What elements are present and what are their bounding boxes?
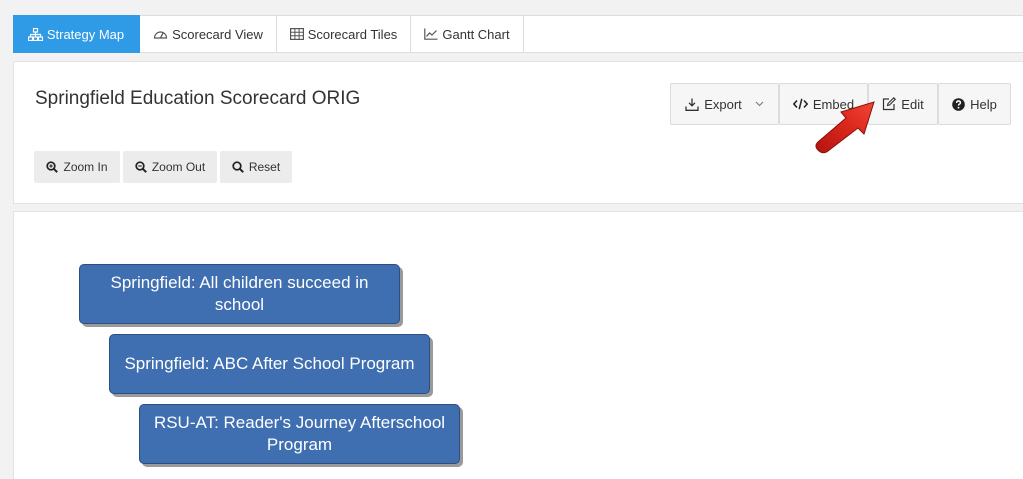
download-icon — [685, 98, 699, 111]
zoom-out-button[interactable]: Zoom Out — [123, 151, 217, 183]
search-icon — [232, 161, 244, 173]
tab-gantt-chart[interactable]: Gantt Chart — [411, 15, 524, 53]
help-button[interactable]: Help — [938, 83, 1011, 125]
map-node-label: Springfield: All children succeed in sch… — [110, 273, 369, 314]
strategy-map-canvas: Springfield: All children succeed in sch… — [13, 211, 1023, 479]
tab-label: Scorecard View — [172, 26, 263, 42]
edit-icon — [883, 97, 897, 111]
annotation-arrow-icon — [815, 101, 875, 154]
map-node[interactable]: RSU-AT: Reader's Journey Afterschool Pro… — [139, 404, 460, 464]
code-icon — [792, 98, 808, 110]
help-label: Help — [970, 96, 997, 112]
page-title: Springfield Education Scorecard ORIG — [35, 88, 361, 109]
export-dropdown-button[interactable]: Export — [670, 83, 779, 125]
map-node-label: RSU-AT: Reader's Journey Afterschool Pro… — [153, 413, 446, 454]
sitemap-icon — [27, 27, 43, 41]
tab-label: Scorecard Tiles — [307, 26, 398, 42]
tab-scorecard-view[interactable]: Scorecard View — [140, 15, 277, 53]
tab-scorecard-tiles[interactable]: Scorecard Tiles — [277, 15, 411, 53]
tab-strategy-map[interactable]: Strategy Map — [13, 15, 140, 53]
map-node[interactable]: Springfield: All children succeed in sch… — [79, 264, 400, 324]
zoom-in-label: Zoom In — [63, 160, 108, 174]
zoom-in-button[interactable]: Zoom In — [34, 151, 120, 183]
zoom-out-icon — [135, 161, 147, 173]
edit-label: Edit — [901, 96, 924, 112]
zoom-out-label: Zoom Out — [151, 160, 206, 174]
question-circle-icon — [952, 97, 965, 111]
reset-label: Reset — [248, 160, 281, 174]
map-node-label: Springfield: ABC After School Program — [124, 354, 415, 373]
reset-zoom-button[interactable]: Reset — [220, 151, 292, 183]
view-tab-bar: Strategy Map Scorecard View Scorecard Ti… — [13, 15, 1023, 53]
tab-label: Strategy Map — [46, 26, 125, 42]
table-icon — [289, 28, 304, 40]
tab-label: Gantt Chart — [442, 26, 510, 42]
export-label: Export — [704, 96, 742, 112]
map-node[interactable]: Springfield: ABC After School Program — [109, 334, 430, 394]
edit-button[interactable]: Edit — [868, 83, 938, 125]
dashboard-icon — [153, 30, 168, 39]
line-chart-icon — [424, 28, 438, 40]
zoom-in-icon — [46, 161, 59, 173]
chevron-down-icon — [755, 101, 764, 107]
